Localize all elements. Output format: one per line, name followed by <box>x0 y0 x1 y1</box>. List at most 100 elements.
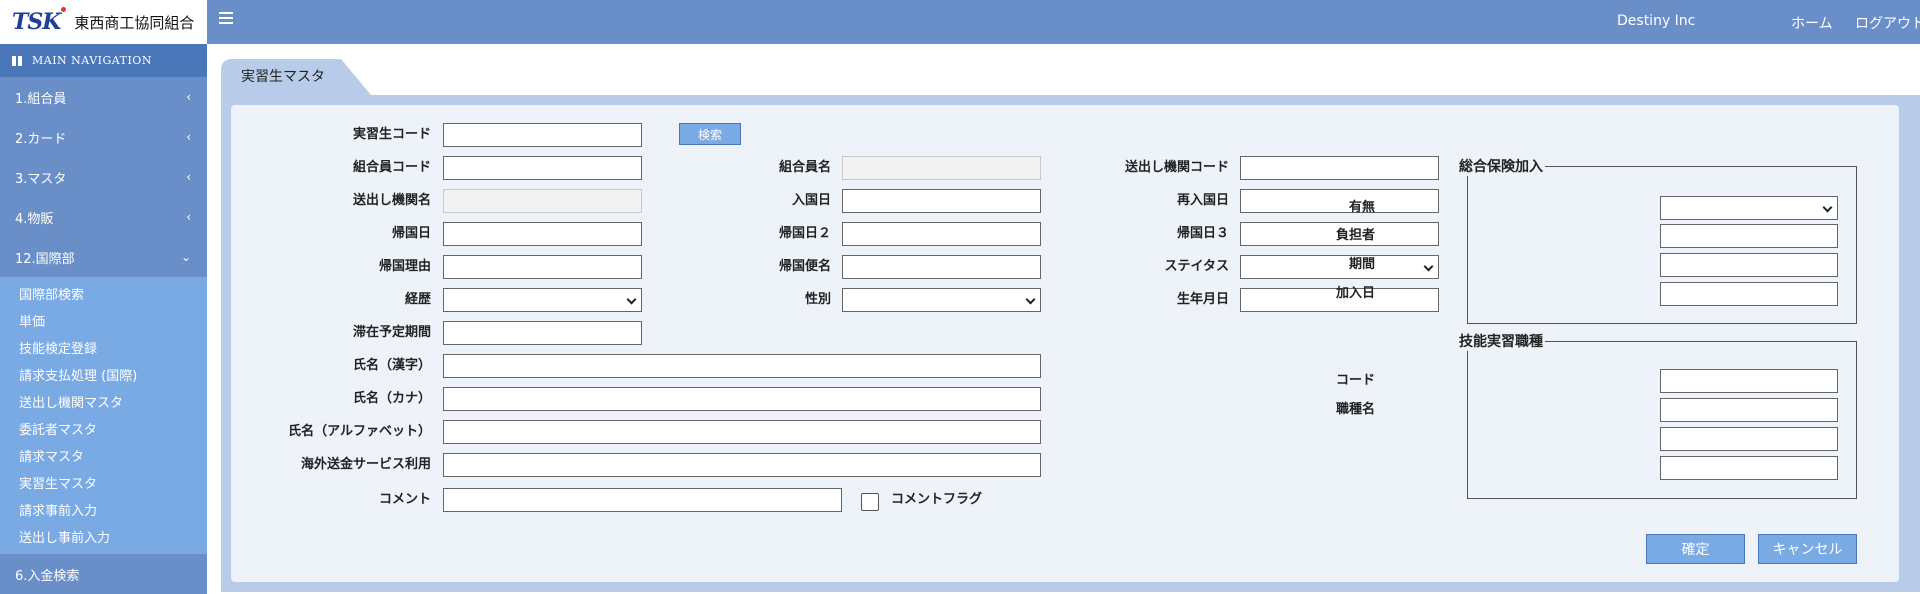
sidebar: TSK 東西商工協同組合 MAIN NAVIGATION 1.組合員 ‹ 2.カ… <box>0 0 207 594</box>
sidebar-item-card[interactable]: 2.カード ‹ <box>0 117 207 157</box>
submenu-item[interactable]: 技能検定登録 <box>0 334 207 361</box>
birth-date-label: 生年月日 <box>1176 292 1229 307</box>
history-label: 経歴 <box>404 292 431 307</box>
insurance-presence-label: 有無 <box>1348 200 1375 215</box>
insurance-join-date-input[interactable] <box>1660 282 1838 306</box>
chevron-down-icon <box>626 294 637 305</box>
tsk-logo: TSK <box>12 7 67 35</box>
insurance-legend: 総合保険加入 <box>1457 156 1545 176</box>
sending-org-code-label: 送出し機関コード <box>1124 160 1229 175</box>
entry-date-label: 入国日 <box>791 193 831 208</box>
submenu-item[interactable]: 委託者マスタ <box>0 415 207 442</box>
sending-org-name-input <box>443 189 642 213</box>
insurance-payer-input[interactable] <box>1660 224 1838 248</box>
stay-period-input[interactable] <box>443 321 642 345</box>
confirm-button[interactable]: 確定 <box>1646 534 1745 564</box>
return-date3-label: 帰国日３ <box>1176 226 1229 241</box>
sidebar-item-label: 3.マスタ <box>15 171 67 187</box>
sidebar-item-payment-search[interactable]: 6.入金検索 <box>0 554 207 594</box>
history-select[interactable] <box>443 288 642 312</box>
tab-label: 実習生マスタ <box>241 69 325 85</box>
company-name: Destiny Inc <box>1617 13 1696 29</box>
logout-link[interactable]: ログアウト <box>1855 13 1920 33</box>
name-kanji-input[interactable] <box>443 354 1041 378</box>
trainee-code-label: 実習生コード <box>352 127 431 142</box>
comment-flag-label: コメントフラグ <box>891 492 983 507</box>
reentry-date-input[interactable] <box>1240 189 1439 213</box>
overseas-remit-input[interactable] <box>443 453 1041 477</box>
return-reason-input[interactable] <box>443 255 642 279</box>
home-link[interactable]: ホーム <box>1791 13 1833 33</box>
submenu-item[interactable]: 単価 <box>0 307 207 334</box>
name-alpha-label: 氏名（アルファベット） <box>288 424 431 439</box>
submenu-item[interactable]: 国際部検索 <box>0 280 207 307</box>
trainee-code-input[interactable] <box>443 123 642 147</box>
return-flight-label: 帰国便名 <box>778 259 831 274</box>
insurance-presence-select[interactable] <box>1660 196 1838 220</box>
occupation-name-input[interactable] <box>1660 398 1838 422</box>
occupation-name-input-2[interactable] <box>1660 427 1838 451</box>
occupation-code-label: コード <box>1335 373 1375 388</box>
sidebar-item-master[interactable]: 3.マスタ ‹ <box>0 157 207 197</box>
submenu-item[interactable]: 送出し事前入力 <box>0 523 207 550</box>
occupation-code-input[interactable] <box>1660 369 1838 393</box>
overseas-remit-label: 海外送金サービス利用 <box>300 457 431 472</box>
return-date-label: 帰国日 <box>391 226 431 241</box>
status-select[interactable] <box>1240 255 1439 279</box>
sidebar-item-label: 12.国際部 <box>15 251 75 267</box>
cancel-button[interactable]: キャンセル <box>1758 534 1857 564</box>
name-kanji-label: 氏名（漢字） <box>352 358 431 373</box>
chevron-left-icon: ‹ <box>186 170 191 184</box>
submenu-item[interactable]: 請求支払処理 (国際) <box>0 361 207 388</box>
occupation-name-input-3[interactable] <box>1660 456 1838 480</box>
name-kana-label: 氏名（カナ） <box>352 391 431 406</box>
nav-grid-icon <box>12 55 22 66</box>
return-date2-input[interactable] <box>842 222 1041 246</box>
occupation-name-label: 職種名 <box>1335 402 1375 417</box>
entry-date-input[interactable] <box>842 189 1041 213</box>
sidebar-item-label: 2.カード <box>15 131 67 147</box>
submenu-item[interactable]: 請求事前入力 <box>0 496 207 523</box>
comment-flag-checkbox[interactable] <box>861 493 879 511</box>
sidebar-item-members[interactable]: 1.組合員 ‹ <box>0 77 207 117</box>
sidebar-item-sales[interactable]: 4.物販 ‹ <box>0 197 207 237</box>
comment-input[interactable] <box>443 488 842 512</box>
gender-select[interactable] <box>842 288 1041 312</box>
logo-area[interactable]: TSK 東西商工協同組合 <box>0 0 207 44</box>
sending-org-name-label: 送出し機関名 <box>352 193 431 208</box>
chevron-down-icon <box>1822 202 1833 213</box>
return-date2-label: 帰国日２ <box>778 226 831 241</box>
name-alpha-input[interactable] <box>443 420 1041 444</box>
chevron-left-icon: ‹ <box>186 210 191 224</box>
reentry-date-label: 再入国日 <box>1176 193 1229 208</box>
chevron-down-icon: ⌄ <box>180 250 191 264</box>
chevron-left-icon: ‹ <box>186 130 191 144</box>
submenu-item[interactable]: 送出し機関マスタ <box>0 388 207 415</box>
hamburger-menu-icon[interactable] <box>219 12 233 24</box>
comment-label: コメント <box>378 492 431 507</box>
insurance-join-date-label: 加入日 <box>1335 286 1375 301</box>
member-code-label: 組合員コード <box>352 160 431 175</box>
sidebar-item-label: 6.入金検索 <box>15 568 80 584</box>
insurance-period-input[interactable] <box>1660 253 1838 277</box>
sidebar-item-international[interactable]: 12.国際部 ⌄ <box>0 237 207 277</box>
status-label: ステイタス <box>1164 259 1229 274</box>
main-navigation-header: MAIN NAVIGATION <box>0 44 207 77</box>
chevron-down-icon <box>1025 294 1036 305</box>
return-flight-input[interactable] <box>842 255 1041 279</box>
return-date-input[interactable] <box>443 222 642 246</box>
submenu-item[interactable]: 請求マスタ <box>0 442 207 469</box>
sending-org-code-input[interactable] <box>1240 156 1439 180</box>
chevron-down-icon <box>1423 261 1434 272</box>
member-name-input <box>842 156 1041 180</box>
member-name-label: 組合員名 <box>778 160 831 175</box>
gender-label: 性別 <box>804 292 831 307</box>
search-button[interactable]: 検索 <box>679 123 741 145</box>
international-submenu: 国際部検索 単価 技能検定登録 請求支払処理 (国際) 送出し機関マスタ 委託者… <box>0 277 207 554</box>
main-navigation-label: MAIN NAVIGATION <box>32 54 152 67</box>
insurance-payer-label: 負担者 <box>1335 228 1375 243</box>
return-reason-label: 帰国理由 <box>378 259 431 274</box>
submenu-item-active[interactable]: 実習生マスタ <box>0 469 207 496</box>
name-kana-input[interactable] <box>443 387 1041 411</box>
member-code-input[interactable] <box>443 156 642 180</box>
